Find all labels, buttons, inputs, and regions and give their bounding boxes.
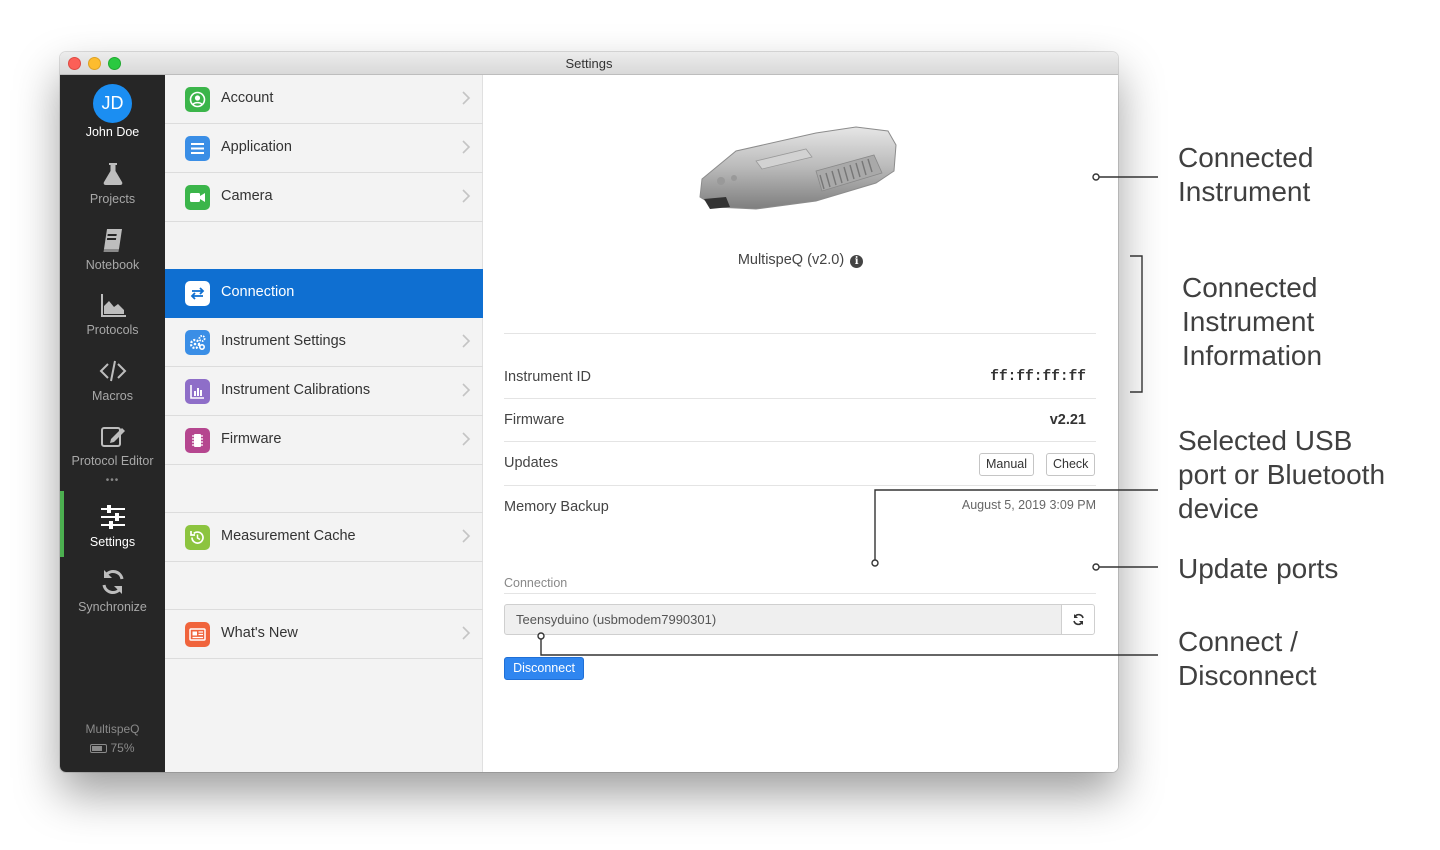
connector-line bbox=[874, 489, 1158, 560]
connector-dot bbox=[1092, 173, 1100, 181]
connector-line bbox=[540, 639, 1158, 656]
annotation-instrument-information: Connected Instrument Information bbox=[1182, 272, 1323, 371]
annotation-connected-instrument: Connected Instrument bbox=[1178, 142, 1314, 207]
annotation-update-ports: Update ports bbox=[1178, 553, 1339, 584]
connector-dot bbox=[1092, 563, 1100, 571]
annotation-connect-disconnect: Connect / Disconnect bbox=[1178, 626, 1317, 691]
connector-dot bbox=[537, 632, 545, 640]
bracket-line bbox=[1130, 255, 1143, 393]
connector-dot bbox=[871, 559, 879, 567]
annotation-selected-port: Selected USB port or Bluetooth device bbox=[1178, 425, 1386, 524]
